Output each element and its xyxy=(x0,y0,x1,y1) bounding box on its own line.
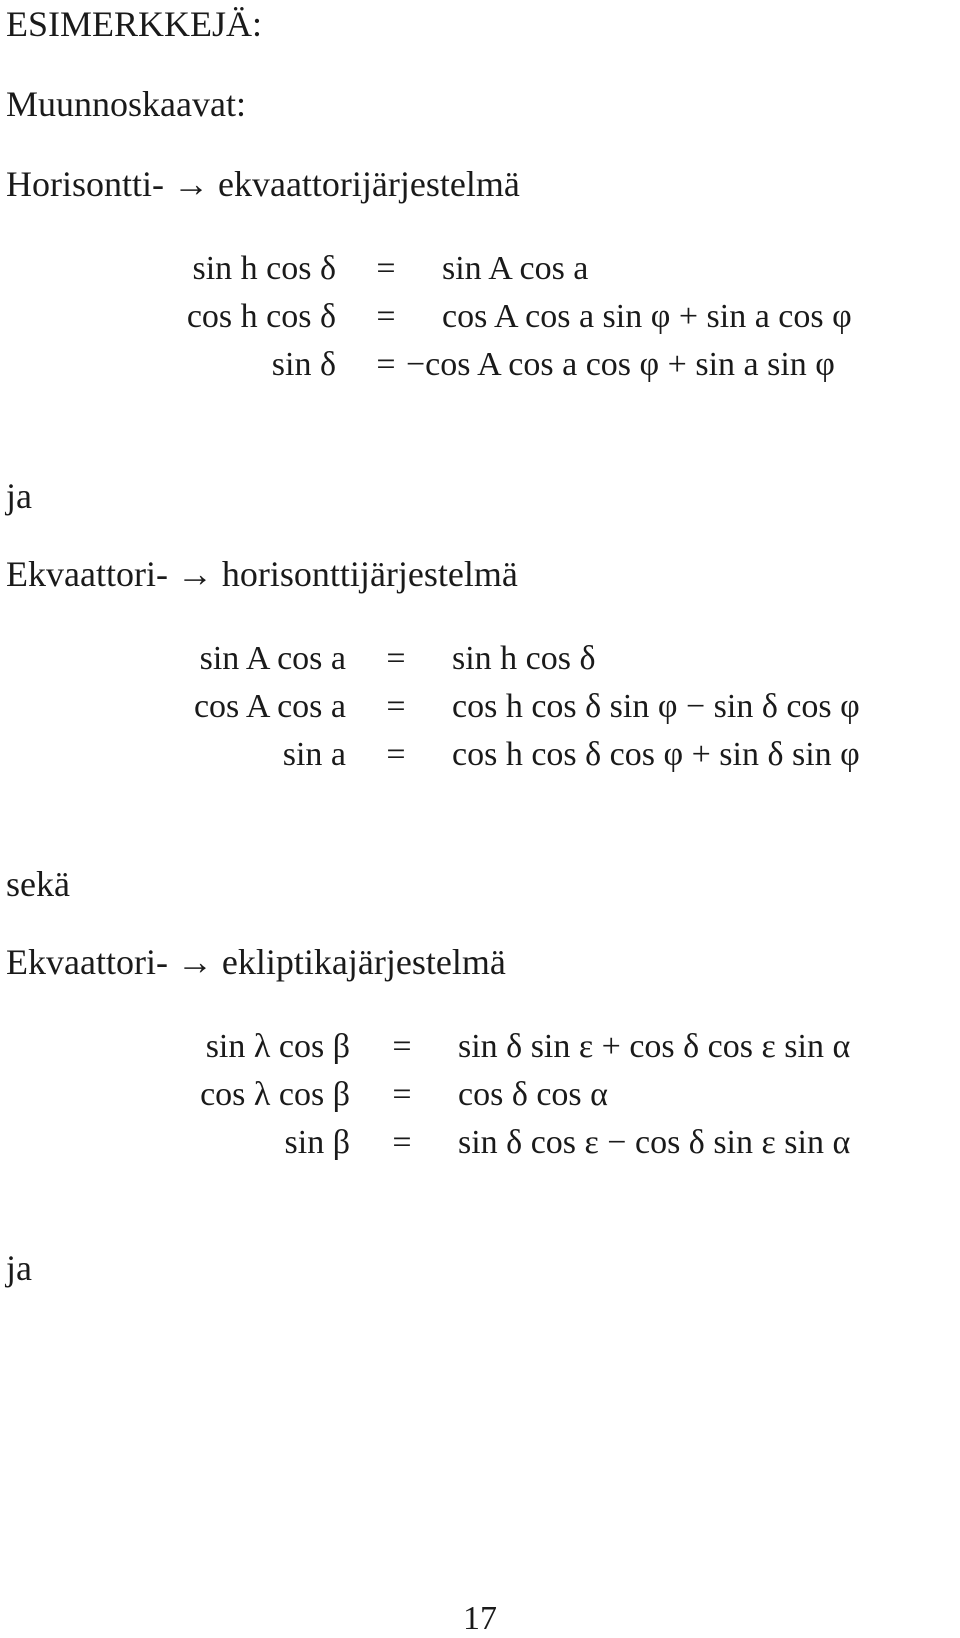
heading: ESIMERKKEJÄ: xyxy=(6,4,263,44)
equation-lhs: sin A cos a xyxy=(199,640,346,677)
connector-ja-trailing: ja xyxy=(6,1248,32,1288)
subheading: Muunnoskaavat: xyxy=(6,84,246,124)
equation-lhs: sin β xyxy=(284,1124,350,1161)
equation-lhs: cos A cos a xyxy=(193,688,346,725)
equation-rhs: cos h cos δ cos φ + sin δ sin φ xyxy=(452,736,860,773)
equation-rhs: −cos A cos a cos φ + sin a sin φ xyxy=(406,346,835,383)
equation-lhs: sin δ xyxy=(271,346,336,383)
equation-rhs: sin δ sin ε + cos δ cos ε sin α xyxy=(458,1028,851,1065)
equation-rhs: sin h cos δ xyxy=(452,640,596,677)
page-number: 17 xyxy=(463,1600,497,1637)
equation-lhs: sin λ cos β xyxy=(205,1028,350,1065)
section-title-equatorial-to-horizon: Ekvaattori- → horisonttijärjestelmä xyxy=(6,554,518,594)
section-title-equatorial-to-ecliptic: Ekvaattori- → ekliptikajärjestelmä xyxy=(6,942,506,982)
equation-lhs: sin a xyxy=(282,736,346,773)
equation-lhs: sin h cos δ xyxy=(192,250,336,287)
equation-rhs: cos h cos δ sin φ − sin δ cos φ xyxy=(452,688,860,725)
equation-equals: = xyxy=(392,1076,412,1113)
equation-lhs: cos h cos δ xyxy=(186,298,336,335)
equation-equals: = xyxy=(376,298,396,335)
equation-equals: = xyxy=(376,250,396,287)
equation-equals: = xyxy=(386,688,406,725)
equation-equals: = xyxy=(392,1028,412,1065)
equation-rhs: sin δ cos ε − cos δ sin ε sin α xyxy=(458,1124,851,1161)
equation-equals: = xyxy=(392,1124,412,1161)
equation-rhs: cos δ cos α xyxy=(458,1076,608,1113)
equation-rhs: sin A cos a xyxy=(442,250,589,287)
equation-equals: = xyxy=(386,640,406,677)
connector-ja: ja xyxy=(6,476,32,516)
equation-equals: = xyxy=(376,346,396,383)
equation-lhs: cos λ cos β xyxy=(200,1076,350,1113)
equation-rhs: cos A cos a sin φ + sin a cos φ xyxy=(442,298,852,335)
equation-equals: = xyxy=(386,736,406,773)
section-title-horizon-to-equatorial: Horisontti- → ekvaattorijärjestelmä xyxy=(6,164,520,204)
connector-seka: sekä xyxy=(6,864,70,904)
